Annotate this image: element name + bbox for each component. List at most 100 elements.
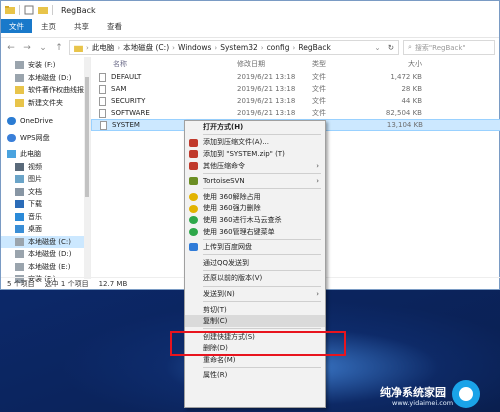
- menu-item[interactable]: 使用 360解除占用: [185, 191, 325, 203]
- refresh-icon[interactable]: ↻: [388, 43, 394, 52]
- address-bar-row: ← → ⌄ ↑ › 此电脑 › 本地磁盘 (C:) › Windows › Sy…: [1, 37, 499, 57]
- sidebar-item-label: 此电脑: [20, 150, 41, 159]
- menu-item[interactable]: 添加到压缩文件(A)...: [185, 137, 325, 149]
- file-type: 文件: [312, 73, 326, 81]
- drive-icon: [15, 250, 24, 259]
- column-type[interactable]: 类型: [312, 59, 372, 69]
- table-row[interactable]: DEFAULT 2019/6/21 13:18 文件 1,472 KB: [91, 71, 500, 83]
- sidebar-item-desktop[interactable]: 桌面: [1, 223, 90, 236]
- table-row[interactable]: SOFTWARE 2019/6/21 13:18 文件 82,504 KB: [91, 107, 500, 119]
- 360-icon: [189, 204, 198, 213]
- archive-icon: [189, 161, 198, 170]
- context-menu: 打开方式(H) 添加到压缩文件(A)... 添加到 "SYSTEM.zip" (T)…: [184, 120, 326, 408]
- chevron-right-icon: ›: [316, 289, 319, 298]
- watermark-text: 纯净系统家园: [380, 386, 446, 399]
- tab-home[interactable]: 主页: [32, 19, 65, 33]
- sidebar-item-videos[interactable]: 视频: [1, 161, 90, 174]
- sidebar-item-drive-d[interactable]: 本地磁盘 (D:): [1, 72, 90, 85]
- breadcrumb-system32[interactable]: System32: [220, 43, 258, 52]
- column-date[interactable]: 修改日期: [237, 59, 312, 69]
- address-field[interactable]: › 此电脑 › 本地磁盘 (C:) › Windows › System32 ›…: [69, 40, 399, 55]
- archive-icon: [189, 150, 198, 159]
- sidebar-scrollbar[interactable]: [84, 57, 90, 279]
- breadcrumb-config[interactable]: config: [267, 43, 290, 52]
- forward-arrow-icon[interactable]: →: [21, 43, 33, 53]
- chevron-down-icon[interactable]: ⌄: [37, 43, 49, 53]
- table-row[interactable]: SAM 2019/6/21 13:18 文件 28 KB: [91, 83, 500, 95]
- menu-item[interactable]: 其他压缩命令 ›: [185, 160, 325, 172]
- file-icon: [99, 96, 106, 106]
- menu-separator: [203, 367, 321, 369]
- menu-item[interactable]: 添加到 "SYSTEM.zip" (T): [185, 148, 325, 160]
- video-icon: [15, 162, 24, 171]
- up-arrow-icon[interactable]: ↑: [53, 43, 65, 53]
- menu-item[interactable]: 属性(R): [185, 370, 325, 382]
- menu-item-label: 重命名(M): [203, 355, 236, 364]
- sidebar-item-drive-e[interactable]: 本地磁盘 (E:): [1, 261, 90, 274]
- folder-icon[interactable]: [38, 5, 48, 15]
- sidebar-item-label: 文档: [28, 187, 42, 196]
- file-size: 28 KB: [401, 85, 422, 93]
- menu-item[interactable]: 使用 360进行木马云查杀: [185, 214, 325, 226]
- tab-file[interactable]: 文件: [1, 19, 32, 33]
- menu-item-label: 发送到(N): [203, 289, 235, 298]
- file-icon: [100, 120, 107, 130]
- file-date: 2019/6/21 13:18: [237, 97, 296, 105]
- highlight-box: [170, 331, 346, 356]
- menu-item[interactable]: 复制(C): [185, 315, 325, 327]
- menu-item[interactable]: 使用 360强力删除: [185, 203, 325, 215]
- file-size: 82,504 KB: [385, 109, 422, 117]
- file-size: 44 KB: [401, 97, 422, 105]
- folder-icon: [15, 86, 24, 95]
- sidebar-item-drive-c[interactable]: 本地磁盘 (C:): [1, 235, 90, 248]
- menu-item[interactable]: 打开方式(H): [185, 121, 325, 133]
- breadcrumb-this-pc[interactable]: 此电脑: [92, 42, 115, 53]
- chevron-down-icon[interactable]: ⌄: [374, 43, 380, 52]
- tab-share[interactable]: 共享: [65, 19, 98, 33]
- sidebar-item-install-f[interactable]: 安装 (F:): [1, 59, 90, 72]
- sidebar-item-music[interactable]: 音乐: [1, 211, 90, 224]
- table-row[interactable]: SECURITY 2019/6/21 13:18 文件 44 KB: [91, 95, 500, 107]
- ribbon-tabs: 文件 主页 共享 查看: [1, 19, 499, 33]
- breadcrumb-regback[interactable]: RegBack: [298, 43, 330, 52]
- sidebar-item-this-pc[interactable]: 此电脑: [1, 148, 90, 161]
- breadcrumb-drive-c[interactable]: 本地磁盘 (C:): [123, 42, 169, 53]
- file-icon: [99, 108, 106, 118]
- sidebar-item-new-folder[interactable]: 新建文件夹: [1, 97, 90, 110]
- 360-green-icon: [189, 216, 198, 225]
- drive-icon: [15, 262, 24, 271]
- sidebar-item-onedrive[interactable]: OneDrive: [1, 115, 90, 128]
- folder-icon: [15, 98, 24, 107]
- sidebar-item-folder[interactable]: 软件著作权曲线报: [1, 84, 90, 97]
- chevron-right-icon: ›: [316, 177, 319, 186]
- breadcrumb-windows[interactable]: Windows: [178, 43, 211, 52]
- menu-item[interactable]: TortoiseSVN ›: [185, 175, 325, 187]
- menu-item[interactable]: 还原以前的版本(V): [185, 273, 325, 285]
- menu-item[interactable]: 上传到百度网盘: [185, 241, 325, 253]
- menu-item-label: 上传到百度网盘: [203, 243, 252, 252]
- menu-separator: [203, 301, 321, 303]
- checkbox-icon[interactable]: [24, 5, 34, 15]
- menu-item[interactable]: 剪切(T): [185, 304, 325, 316]
- tab-view[interactable]: 查看: [98, 19, 131, 33]
- scrollbar-thumb[interactable]: [85, 77, 89, 197]
- menu-item[interactable]: 发送到(N) ›: [185, 288, 325, 300]
- file-type: 文件: [312, 109, 326, 117]
- sidebar-item-wps[interactable]: WPS网盘: [1, 132, 90, 145]
- column-name[interactable]: 名称: [91, 59, 237, 69]
- sidebar-item-downloads[interactable]: 下载: [1, 198, 90, 211]
- drive-icon: [15, 61, 24, 70]
- menu-item[interactable]: 通过QQ发送到: [185, 257, 325, 269]
- chevron-right-icon: ›: [316, 161, 319, 170]
- menu-item[interactable]: 使用 360管理右键菜单: [185, 226, 325, 238]
- file-icon: [99, 72, 106, 82]
- watermark-url: www.yidaimei.com: [392, 399, 454, 407]
- column-size[interactable]: 大小: [372, 59, 422, 69]
- sidebar-item-documents[interactable]: 文档: [1, 186, 90, 199]
- menu-separator: [203, 254, 321, 256]
- sidebar-item-pictures[interactable]: 图片: [1, 173, 90, 186]
- sidebar-item-drive-d[interactable]: 本地磁盘 (D:): [1, 248, 90, 261]
- back-arrow-icon[interactable]: ←: [5, 43, 17, 53]
- search-input[interactable]: ⌕ 搜索"RegBack": [403, 40, 495, 55]
- file-size: 1,472 KB: [390, 73, 422, 81]
